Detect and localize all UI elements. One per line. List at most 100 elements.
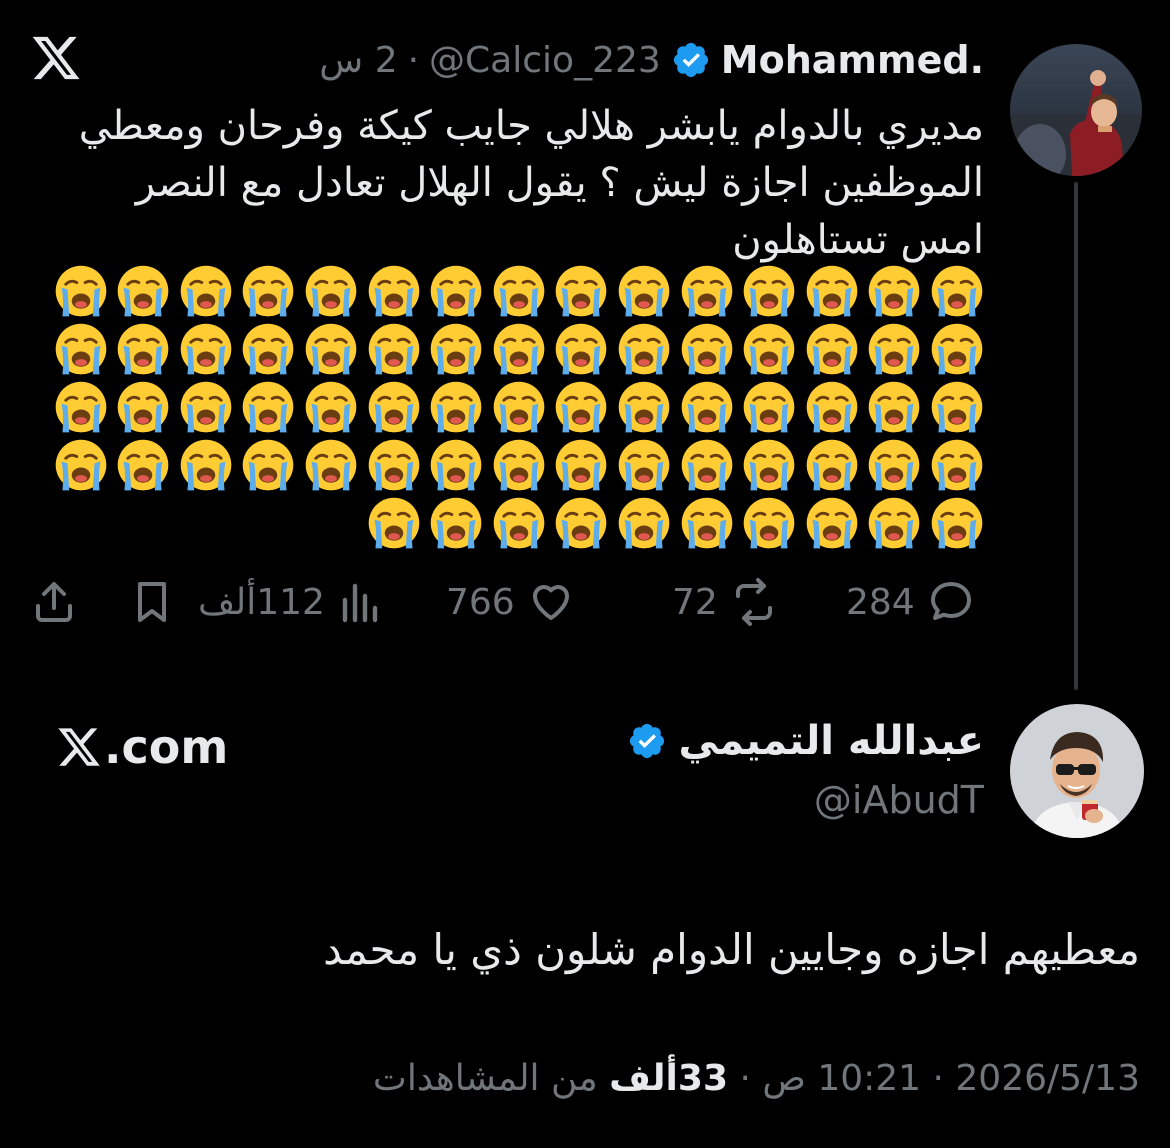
loudly-crying-face-icon <box>805 438 859 492</box>
loudly-crying-face-icon <box>116 438 170 492</box>
loudly-crying-face-icon <box>367 322 421 376</box>
bookmark-icon <box>138 582 166 622</box>
loudly-crying-face-icon <box>179 380 233 434</box>
repost-icon <box>735 578 772 626</box>
emoji-row <box>44 322 984 380</box>
share-icon <box>36 582 72 622</box>
reply-bubble-icon <box>930 582 971 620</box>
loudly-crying-face-icon <box>930 438 984 492</box>
author-handle[interactable]: @iAbudT <box>814 778 984 822</box>
loudly-crying-face-icon <box>116 264 170 318</box>
loudly-crying-face-icon <box>429 438 483 492</box>
loudly-crying-face-icon <box>492 264 546 318</box>
loudly-crying-face-icon <box>54 322 108 376</box>
loudly-crying-face-icon <box>742 380 796 434</box>
loudly-crying-face-icon <box>429 380 483 434</box>
x-logo-icon <box>58 728 100 766</box>
loudly-crying-face-icon <box>867 438 921 492</box>
x-com-text: .com <box>104 720 229 774</box>
loudly-crying-face-icon <box>617 496 671 550</box>
x-logo-icon[interactable] <box>30 32 82 84</box>
loudly-crying-face-icon <box>554 322 608 376</box>
loudly-crying-face-icon <box>304 264 358 318</box>
loudly-crying-face-icon <box>367 264 421 318</box>
emoji-row <box>44 264 984 322</box>
loudly-crying-face-icon <box>367 496 421 550</box>
post-time[interactable]: 2 س <box>319 40 397 81</box>
repost-count: 72 <box>672 581 718 623</box>
separator-dot: · <box>728 1058 751 1099</box>
loudly-crying-face-icon <box>429 264 483 318</box>
loudly-crying-face-icon <box>805 380 859 434</box>
author-name[interactable]: Mohammed. <box>721 38 984 82</box>
emoji-row <box>44 380 984 438</box>
loudly-crying-face-icon <box>680 438 734 492</box>
post-date[interactable]: 2026/5/13 <box>955 1058 1140 1099</box>
loudly-crying-face-icon <box>867 322 921 376</box>
author-handle[interactable]: @Calcio_223 <box>429 40 661 81</box>
loudly-crying-face-icon <box>742 322 796 376</box>
views-count: 33ألف <box>609 1058 728 1099</box>
reply-button[interactable]: 284 <box>846 570 975 634</box>
loudly-crying-face-icon <box>554 264 608 318</box>
reply-count: 284 <box>846 581 915 623</box>
thread-connector-line <box>1074 182 1078 690</box>
like-button[interactable]: 766 <box>446 570 575 634</box>
loudly-crying-face-icon <box>492 322 546 376</box>
loudly-crying-face-icon <box>930 496 984 550</box>
loudly-crying-face-icon <box>554 438 608 492</box>
tweet-text: مديري بالدوام يابشر هلالي جايب كيكة وفرح… <box>54 98 984 269</box>
loudly-crying-face-icon <box>930 380 984 434</box>
repost-header: عبدالله التميمي <box>627 718 985 764</box>
loudly-crying-face-icon <box>617 264 671 318</box>
bookmark-button[interactable] <box>128 570 176 634</box>
loudly-crying-face-icon <box>179 438 233 492</box>
views-label: من المشاهدات <box>372 1058 598 1099</box>
loudly-crying-face-icon <box>492 380 546 434</box>
repost-button[interactable]: 72 <box>672 570 778 634</box>
loudly-crying-face-icon <box>304 438 358 492</box>
loudly-crying-face-icon <box>617 380 671 434</box>
tweet-text-line: امس تستاهلون <box>732 217 984 263</box>
verified-badge-icon <box>671 40 711 80</box>
tweet-text-line: الموظفين اجازة ليش ؟ يقول الهلال تعادل م… <box>135 160 984 206</box>
x-com-branding: .com <box>56 720 228 774</box>
loudly-crying-face-icon <box>680 322 734 376</box>
post-time[interactable]: 10:21 ص <box>762 1058 921 1099</box>
author-name[interactable]: عبدالله التميمي <box>679 718 985 764</box>
separator-dot: · <box>407 39 420 81</box>
loudly-crying-face-icon <box>367 438 421 492</box>
tweet-header: Mohammed. @Calcio_223 · 2 س <box>319 30 984 90</box>
views-count: 112ألف <box>198 581 325 623</box>
loudly-crying-face-icon <box>179 264 233 318</box>
loudly-crying-face-icon <box>116 322 170 376</box>
loudly-crying-face-icon <box>805 496 859 550</box>
loudly-crying-face-icon <box>429 496 483 550</box>
loudly-crying-face-icon <box>867 496 921 550</box>
loudly-crying-face-icon <box>429 322 483 376</box>
loudly-crying-face-icon <box>554 496 608 550</box>
loudly-crying-face-icon <box>241 264 295 318</box>
loudly-crying-face-icon <box>304 322 358 376</box>
loudly-crying-face-icon <box>867 380 921 434</box>
avatar[interactable] <box>1010 704 1144 838</box>
loudly-crying-face-icon <box>742 438 796 492</box>
loudly-crying-face-icon <box>805 264 859 318</box>
views-button[interactable]: 112ألف <box>198 570 385 634</box>
emoji-grid <box>44 264 984 554</box>
loudly-crying-face-icon <box>867 264 921 318</box>
emoji-row <box>44 496 984 554</box>
loudly-crying-face-icon <box>805 322 859 376</box>
loudly-crying-face-icon <box>492 496 546 550</box>
heart-icon <box>532 585 569 620</box>
loudly-crying-face-icon <box>367 380 421 434</box>
post-meta: 2026/5/13 · 10:21 ص · 33ألف من المشاهدات <box>373 1058 1140 1099</box>
loudly-crying-face-icon <box>680 496 734 550</box>
loudly-crying-face-icon <box>492 438 546 492</box>
loudly-crying-face-icon <box>742 264 796 318</box>
loudly-crying-face-icon <box>241 438 295 492</box>
share-button[interactable] <box>30 570 78 634</box>
views-chart-icon <box>342 583 378 623</box>
loudly-crying-face-icon <box>930 322 984 376</box>
avatar[interactable] <box>1010 44 1142 176</box>
